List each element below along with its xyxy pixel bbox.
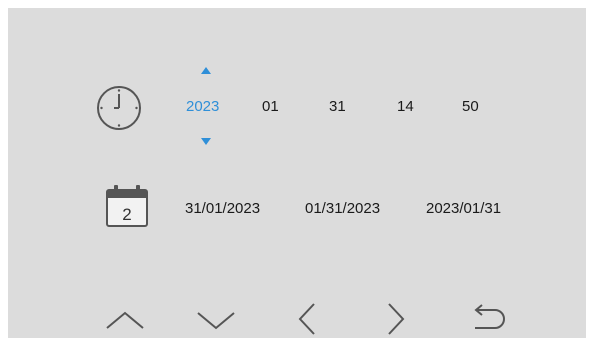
year-field[interactable]: 2023: [186, 98, 219, 115]
calendar-day-number: 2: [122, 205, 132, 224]
chevron-right-icon[interactable]: [386, 302, 406, 336]
back-icon[interactable]: [465, 304, 511, 334]
increment-arrow-icon[interactable]: [200, 65, 212, 75]
settings-screen: 2023 01 31 14 50 2 31/01/2023 01/31/2023…: [8, 8, 586, 338]
clock-icon: [94, 83, 144, 133]
chevron-down-icon[interactable]: [195, 308, 237, 332]
hour-field[interactable]: 14: [397, 98, 414, 115]
day-field[interactable]: 31: [329, 98, 346, 115]
date-format-mm-dd-yyyy[interactable]: 01/31/2023: [305, 200, 380, 217]
chevron-up-icon[interactable]: [104, 308, 146, 332]
minute-field[interactable]: 50: [462, 98, 479, 115]
chevron-left-icon[interactable]: [297, 302, 317, 336]
month-field[interactable]: 01: [262, 98, 279, 115]
date-format-dd-mm-yyyy[interactable]: 31/01/2023: [185, 200, 260, 217]
date-format-yyyy-mm-dd[interactable]: 2023/01/31: [426, 200, 501, 217]
decrement-arrow-icon[interactable]: [200, 137, 212, 147]
